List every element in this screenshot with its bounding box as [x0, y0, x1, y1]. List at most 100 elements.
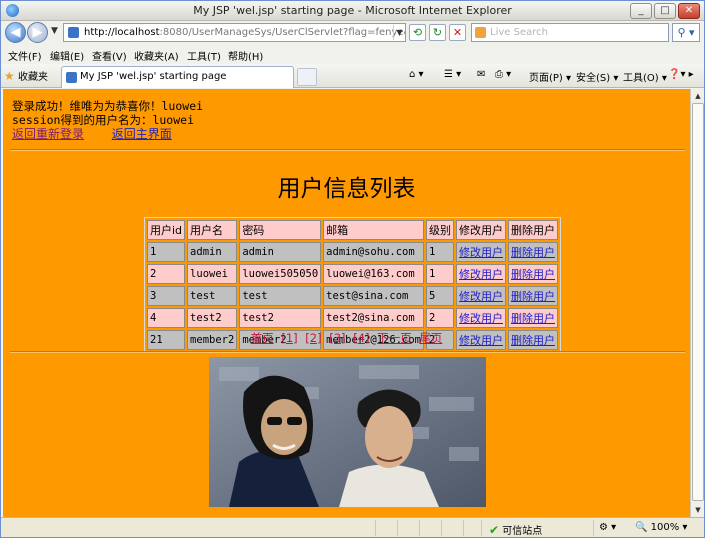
security-zone[interactable]: ✔ 可信站点 [489, 522, 542, 537]
forward-button[interactable]: ▶ [27, 22, 48, 43]
page-3-link[interactable]: [3] [329, 331, 345, 345]
history-dropdown-icon[interactable]: ▼ [51, 26, 58, 36]
edit-user-link[interactable]: 修改用户 [459, 290, 503, 303]
tab-title: My JSP 'wel.jsp' starting page [80, 71, 227, 82]
favorites-button[interactable]: ★ 收藏夹 [4, 68, 48, 83]
new-tab-button[interactable] [297, 68, 317, 86]
table-row: 4 test2 test2 test2@sina.com 2 修改用户 删除用户 [147, 308, 558, 328]
edit-user-link[interactable]: 修改用户 [459, 268, 503, 281]
zoom-control[interactable]: 🔍 100% ▾ [635, 522, 687, 533]
page-menu-button[interactable]: 页面(P) ▾ [529, 69, 571, 84]
table-row: 1 admin admin admin@sohu.com 1 修改用户 删除用户 [147, 242, 558, 262]
table-row: 2 luowei luowei505050 luowei@163.com 1 修… [147, 264, 558, 284]
page-4-link[interactable]: [4] [353, 331, 369, 345]
scroll-thumb[interactable] [692, 103, 704, 501]
home-link[interactable]: 返回主界面 [112, 127, 172, 141]
print-icon[interactable]: ⎙ ▾ [495, 69, 511, 80]
cell-delete: 删除用户 [508, 264, 558, 284]
maximize-button[interactable]: □ [654, 3, 676, 19]
pagination: 首页 [1] [2] [3] [4] 下一页 尾页 [3, 330, 690, 346]
edit-user-link[interactable]: 修改用户 [459, 246, 503, 259]
header-edit: 修改用户 [456, 220, 506, 240]
cell-username: admin [187, 242, 238, 262]
cell-password: luowei505050 [239, 264, 322, 284]
cell-level: 2 [426, 308, 454, 328]
cell-id: 4 [147, 308, 186, 328]
photo-illustration [209, 357, 486, 507]
cell-password: test [239, 286, 322, 306]
cell-level: 1 [426, 242, 454, 262]
status-bar: ✔ 可信站点 ⚙ ▾ 🔍 100% ▾ [1, 517, 704, 537]
home-icon[interactable]: ⌂ ▾ [409, 69, 424, 80]
help-icon[interactable]: ❓▾ ▸ [668, 69, 694, 80]
search-placeholder: Live Search [490, 27, 548, 38]
address-dropdown-icon[interactable]: ▼ [393, 25, 405, 40]
feeds-icon[interactable]: ☰ ▾ [444, 69, 461, 80]
scroll-up-icon[interactable]: ▲ [692, 90, 704, 102]
cell-email: luowei@163.com [323, 264, 424, 284]
page-intro: 登录成功！维唯为为恭喜你！luowei session得到的用户名为：luowe… [12, 99, 203, 141]
stop-icon[interactable]: ✕ [449, 24, 466, 41]
cell-password: test2 [239, 308, 322, 328]
delete-user-link[interactable]: 删除用户 [511, 290, 555, 303]
favorites-label: 收藏夹 [17, 72, 48, 83]
menu-view[interactable]: 查看(V) [92, 48, 127, 63]
relogin-link[interactable]: 返回重新登录 [12, 127, 84, 141]
protected-mode-icon[interactable]: ⚙ ▾ [599, 522, 616, 533]
delete-user-link[interactable]: 删除用户 [511, 268, 555, 281]
url-host: http://localhost [84, 27, 160, 38]
cell-delete: 删除用户 [508, 308, 558, 328]
browser-window: My JSP 'wel.jsp' starting page - Microso… [0, 0, 705, 538]
cell-edit: 修改用户 [456, 264, 506, 284]
page-2-link[interactable]: [2] [305, 331, 321, 345]
cell-email: test@sina.com [323, 286, 424, 306]
header-email: 邮箱 [323, 220, 424, 240]
menu-file[interactable]: 文件(F) [8, 48, 42, 63]
page-viewport: 登录成功！维唯为为恭喜你！luowei session得到的用户名为：luowe… [3, 89, 690, 517]
tab-current-page[interactable]: My JSP 'wel.jsp' starting page [61, 66, 294, 88]
search-icon[interactable]: ⚲ ▾ [672, 23, 700, 42]
cell-delete: 删除用户 [508, 286, 558, 306]
header-username: 用户名 [187, 220, 238, 240]
address-toolbar: ◀ ▶ ▼ http://localhost:8080/UserManageSy… [1, 21, 704, 45]
tab-favicon-icon [66, 72, 77, 83]
edit-user-link[interactable]: 修改用户 [459, 312, 503, 325]
mail-icon[interactable]: ✉ [477, 69, 485, 80]
last-page-link[interactable]: 尾页 [419, 331, 442, 345]
menu-tools[interactable]: 工具(T) [187, 48, 221, 63]
delete-user-link[interactable]: 删除用户 [511, 246, 555, 259]
favorites-bar: ★ 收藏夹 My JSP 'wel.jsp' starting page ⌂ ▾… [1, 64, 704, 88]
page-1-link[interactable]: [1] [281, 331, 297, 345]
close-button[interactable]: ✕ [678, 3, 700, 19]
menu-help[interactable]: 帮助(H) [228, 48, 263, 63]
header-password: 密码 [239, 220, 322, 240]
search-input[interactable]: Live Search [471, 23, 669, 42]
delete-user-link[interactable]: 删除用户 [511, 312, 555, 325]
safety-menu-button[interactable]: 安全(S) ▾ [576, 69, 618, 84]
menu-favorites[interactable]: 收藏夹(A) [134, 48, 179, 63]
menu-edit[interactable]: 编辑(E) [50, 48, 84, 63]
first-page-link[interactable]: 首页 [251, 331, 274, 345]
cell-edit: 修改用户 [456, 308, 506, 328]
live-search-logo-icon [475, 27, 486, 38]
session-text: session得到的用户名为：luowei [12, 113, 195, 127]
cell-username: luowei [187, 264, 238, 284]
title-bar: My JSP 'wel.jsp' starting page - Microso… [1, 1, 704, 21]
next-page-link[interactable]: 下一页 [377, 331, 412, 345]
compat-view-icon[interactable]: ⟲ [409, 24, 426, 41]
vertical-scrollbar[interactable]: ▲ ▼ [690, 89, 704, 517]
checkmark-icon: ✔ [489, 523, 500, 537]
scroll-down-icon[interactable]: ▼ [692, 504, 704, 516]
address-input[interactable]: http://localhost:8080/UserManageSys/User… [63, 23, 406, 42]
back-button[interactable]: ◀ [5, 22, 26, 43]
menu-bar: 文件(F) 编辑(E) 查看(V) 收藏夹(A) 工具(T) 帮助(H) [1, 45, 704, 64]
cell-email: admin@sohu.com [323, 242, 424, 262]
table-header-row: 用户id 用户名 密码 邮箱 级别 修改用户 删除用户 [147, 220, 558, 240]
cell-edit: 修改用户 [456, 286, 506, 306]
minimize-button[interactable]: _ [630, 3, 652, 19]
cell-level: 1 [426, 264, 454, 284]
welcome-text: 登录成功！维唯为为恭喜你！luowei [12, 99, 204, 113]
refresh-icon[interactable]: ↻ [429, 24, 446, 41]
tools-menu-button[interactable]: 工具(O) ▾ [623, 69, 667, 84]
page-title: 用户信息列表 [277, 176, 416, 202]
